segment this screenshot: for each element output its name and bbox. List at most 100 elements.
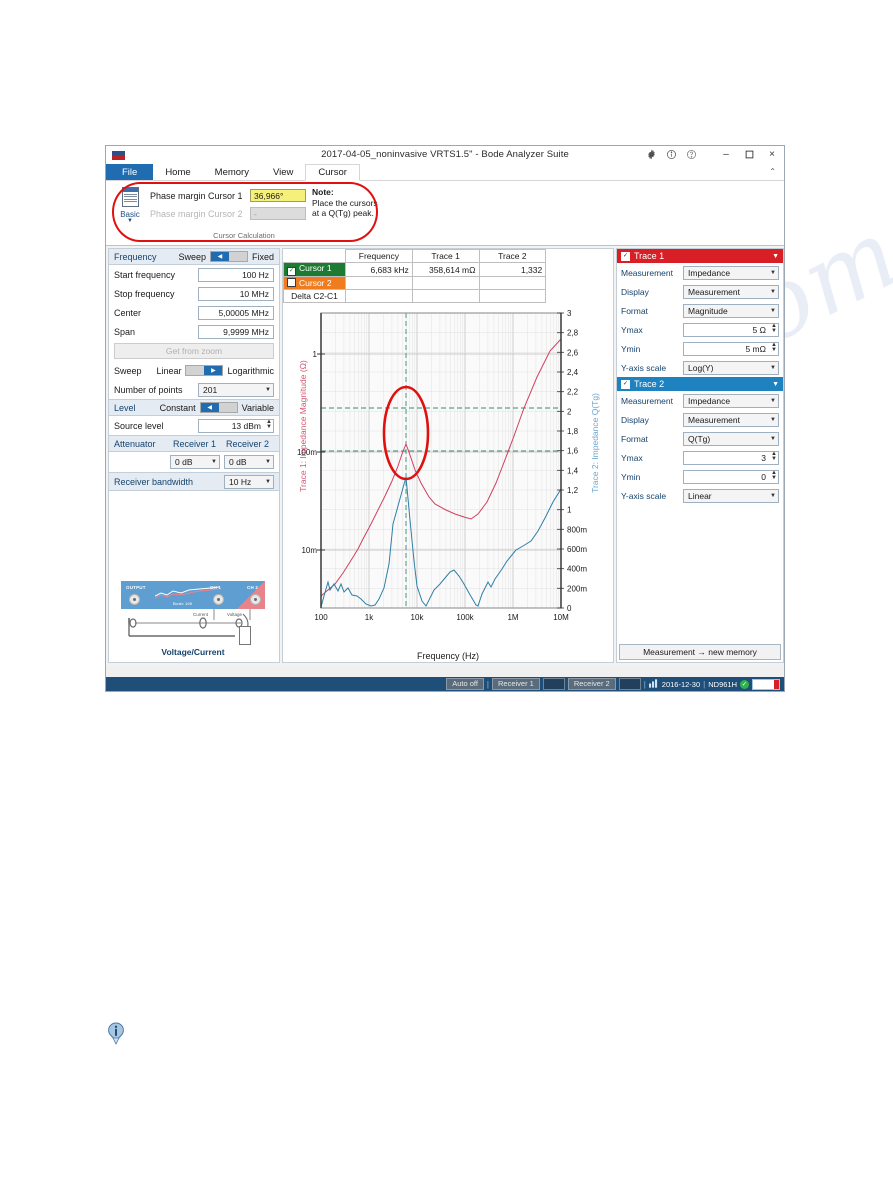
cursor-calculation-group: Basic ▼ Phase margin Cursor 1 36,966° Ph…: [110, 183, 378, 241]
chevron-down-icon[interactable]: ▼: [772, 381, 779, 388]
diagram-caption: Voltage/Current: [161, 647, 225, 657]
help-circle-icon[interactable]: [685, 148, 698, 161]
attenuator-receiver1-select[interactable]: 0 dB ▼: [170, 455, 220, 469]
receiver-bandwidth-select[interactable]: 10 Hz ▼: [224, 474, 274, 489]
note-line-1: Place the cursors: [312, 197, 378, 208]
source-level-row: Source level 13 dBm ▲ ▼: [109, 416, 279, 435]
trace1-ymin-input[interactable]: 5 mΩ: [683, 341, 779, 356]
tab-memory[interactable]: Memory: [203, 164, 261, 180]
cursor1-trace1: 358,614 mΩ: [411, 262, 480, 277]
trace1-yscale-row: Y-axis scale Log(Y) ▼: [617, 358, 783, 377]
frequency-section-title: Frequency: [114, 251, 157, 262]
receiver1-button[interactable]: Receiver 1: [491, 678, 540, 690]
measurement-to-new-memory-button[interactable]: Measurement → new memory: [619, 644, 781, 660]
trace1-format-select[interactable]: Magnitude ▼: [683, 303, 779, 318]
level-constant-variable-toggle[interactable]: ◀: [199, 402, 238, 413]
cursor-table-header-spacer: [545, 249, 613, 263]
number-of-points-select[interactable]: 201 ▼: [198, 382, 274, 397]
trace2-yscale-select[interactable]: Linear ▼: [683, 488, 779, 503]
gear-icon[interactable]: [645, 148, 658, 161]
get-from-zoom-button: Get from zoom: [114, 343, 274, 359]
svg-text:400m: 400m: [567, 565, 587, 574]
trace2-ymin-input[interactable]: 0: [683, 469, 779, 484]
trace1-checkbox[interactable]: ✓: [621, 251, 630, 261]
trace2-format-label: Format: [621, 433, 648, 444]
spinner-arrows-icon[interactable]: ▲ ▼: [771, 451, 777, 462]
trace2-ymax-spinner[interactable]: 3 ▲ ▼: [683, 450, 779, 465]
trace1-display-select[interactable]: Measurement ▼: [683, 284, 779, 299]
phase-margin-cursor1-value[interactable]: 36,966°: [250, 189, 306, 202]
cursor1-row-label[interactable]: ✓ Cursor 1: [283, 262, 346, 277]
chevron-down-icon[interactable]: ▼: [127, 218, 133, 224]
trace2-measurement-label: Measurement: [621, 395, 673, 406]
spinner-arrows-icon[interactable]: ▲ ▼: [771, 342, 777, 353]
chevron-down-icon[interactable]: ▼: [772, 253, 779, 260]
spinner-arrows-icon[interactable]: ▲ ▼: [771, 470, 777, 481]
chevron-down-icon: ▼: [265, 459, 271, 465]
trace2-format-select[interactable]: Q(Tg) ▼: [683, 431, 779, 446]
close-button[interactable]: ×: [764, 148, 780, 161]
settings-panel: Frequency Sweep ◀ Fixed Start frequency …: [108, 248, 280, 663]
attenuator-receiver1-value: 0 dB: [175, 457, 193, 467]
span-input[interactable]: 9,9999 MHz: [198, 324, 274, 339]
trace1-ymax-input[interactable]: 5 Ω: [683, 322, 779, 337]
frequency-sweep-fixed-toggle[interactable]: ◀: [209, 251, 248, 262]
center-input[interactable]: 5,00005 MHz: [198, 305, 274, 320]
trace2-display-select[interactable]: Measurement ▼: [683, 412, 779, 427]
chevron-down-icon: ▼: [770, 435, 776, 442]
trace2-measurement-select[interactable]: Impedance ▼: [683, 393, 779, 408]
trace1-measurement-label: Measurement: [621, 267, 673, 278]
spinner-arrows-icon[interactable]: ▲ ▼: [771, 323, 777, 334]
basic-button[interactable]: Basic ▼: [116, 186, 144, 234]
trace1-display-value: Measurement: [688, 286, 740, 297]
impedance-chart[interactable]: Trace 1: Impedance Magnitude (Ω) Trace 2…: [283, 303, 613, 663]
chevron-down-icon: ▼: [770, 307, 776, 314]
tab-view[interactable]: View: [261, 164, 305, 180]
trace1-yscale-select[interactable]: Log(Y) ▼: [683, 360, 779, 375]
table-row[interactable]: ✓ Cursor 1 6,683 kHz 358,614 mΩ 1,332: [283, 262, 613, 277]
svg-text:3: 3: [567, 309, 572, 318]
source-level-input[interactable]: 13 dBm: [198, 418, 274, 433]
trace2-measurement-value: Impedance: [688, 395, 731, 406]
trace1-ymin-label: Ymin: [621, 343, 641, 354]
trace2-ymin-spinner[interactable]: 0 ▲ ▼: [683, 469, 779, 484]
trace2-checkbox[interactable]: ✓: [621, 379, 630, 389]
cursor1-checkbox[interactable]: ✓: [287, 267, 296, 276]
attenuator-section-header: Attenuator Receiver 1 Receiver 2: [109, 435, 279, 452]
trace1-display-row: Display Measurement ▼: [617, 282, 783, 301]
chevron-down-icon: ▼: [770, 492, 776, 499]
trace1-yscale-label: Y-axis scale: [621, 362, 667, 373]
trace1-ymax-label: Ymax: [621, 324, 643, 335]
cursor2-checkbox[interactable]: [287, 278, 296, 287]
connected-check-icon: ✓: [740, 679, 749, 689]
trace2-ymin-row: Ymin 0 ▲ ▼: [617, 467, 783, 486]
attenuator-receiver2-select[interactable]: 0 dB ▼: [224, 455, 274, 469]
trace2-ymax-input[interactable]: 3: [683, 450, 779, 465]
chevron-down-icon: ▼: [770, 416, 776, 423]
cursor2-row-label[interactable]: Cursor 2: [283, 276, 346, 290]
minimize-button[interactable]: –: [718, 148, 734, 161]
tab-file[interactable]: File: [106, 164, 154, 180]
trace1-ymin-spinner[interactable]: 5 mΩ ▲ ▼: [683, 341, 779, 356]
stop-frequency-input[interactable]: 10 MHz: [198, 286, 274, 301]
source-level-spinner[interactable]: 13 dBm ▲ ▼: [198, 418, 274, 433]
tab-cursor[interactable]: Cursor: [305, 164, 360, 181]
sweep-linear-log-toggle[interactable]: ▶: [185, 365, 224, 376]
attenuator-col2-label: Receiver 2: [225, 438, 270, 449]
table-row[interactable]: Cursor 2: [283, 276, 613, 290]
trace2-header[interactable]: ✓ Trace 2 ▼: [617, 377, 783, 391]
info-circle-icon[interactable]: [665, 148, 678, 161]
level-toggle-right-label: Variable: [241, 402, 274, 413]
auto-off-button[interactable]: Auto off: [446, 678, 484, 690]
receiver2-button[interactable]: Receiver 2: [567, 678, 616, 690]
tab-home[interactable]: Home: [153, 164, 202, 180]
trace1-measurement-select[interactable]: Impedance ▼: [683, 265, 779, 280]
delta-frequency: [345, 289, 413, 303]
spinner-arrows-icon[interactable]: ▲ ▼: [266, 419, 272, 430]
collapse-ribbon-icon[interactable]: ⌃: [769, 167, 776, 176]
trace1-header[interactable]: ✓ Trace 1 ▼: [617, 249, 783, 263]
y-axis-right-ticks: 3 2,8 2,6 2,4 2,2 2 1,8 1,6 1,4 1,2 1 80…: [567, 309, 587, 613]
trace1-ymax-spinner[interactable]: 5 Ω ▲ ▼: [683, 322, 779, 337]
maximize-button[interactable]: [741, 148, 757, 161]
start-frequency-input[interactable]: 100 Hz: [198, 267, 274, 282]
